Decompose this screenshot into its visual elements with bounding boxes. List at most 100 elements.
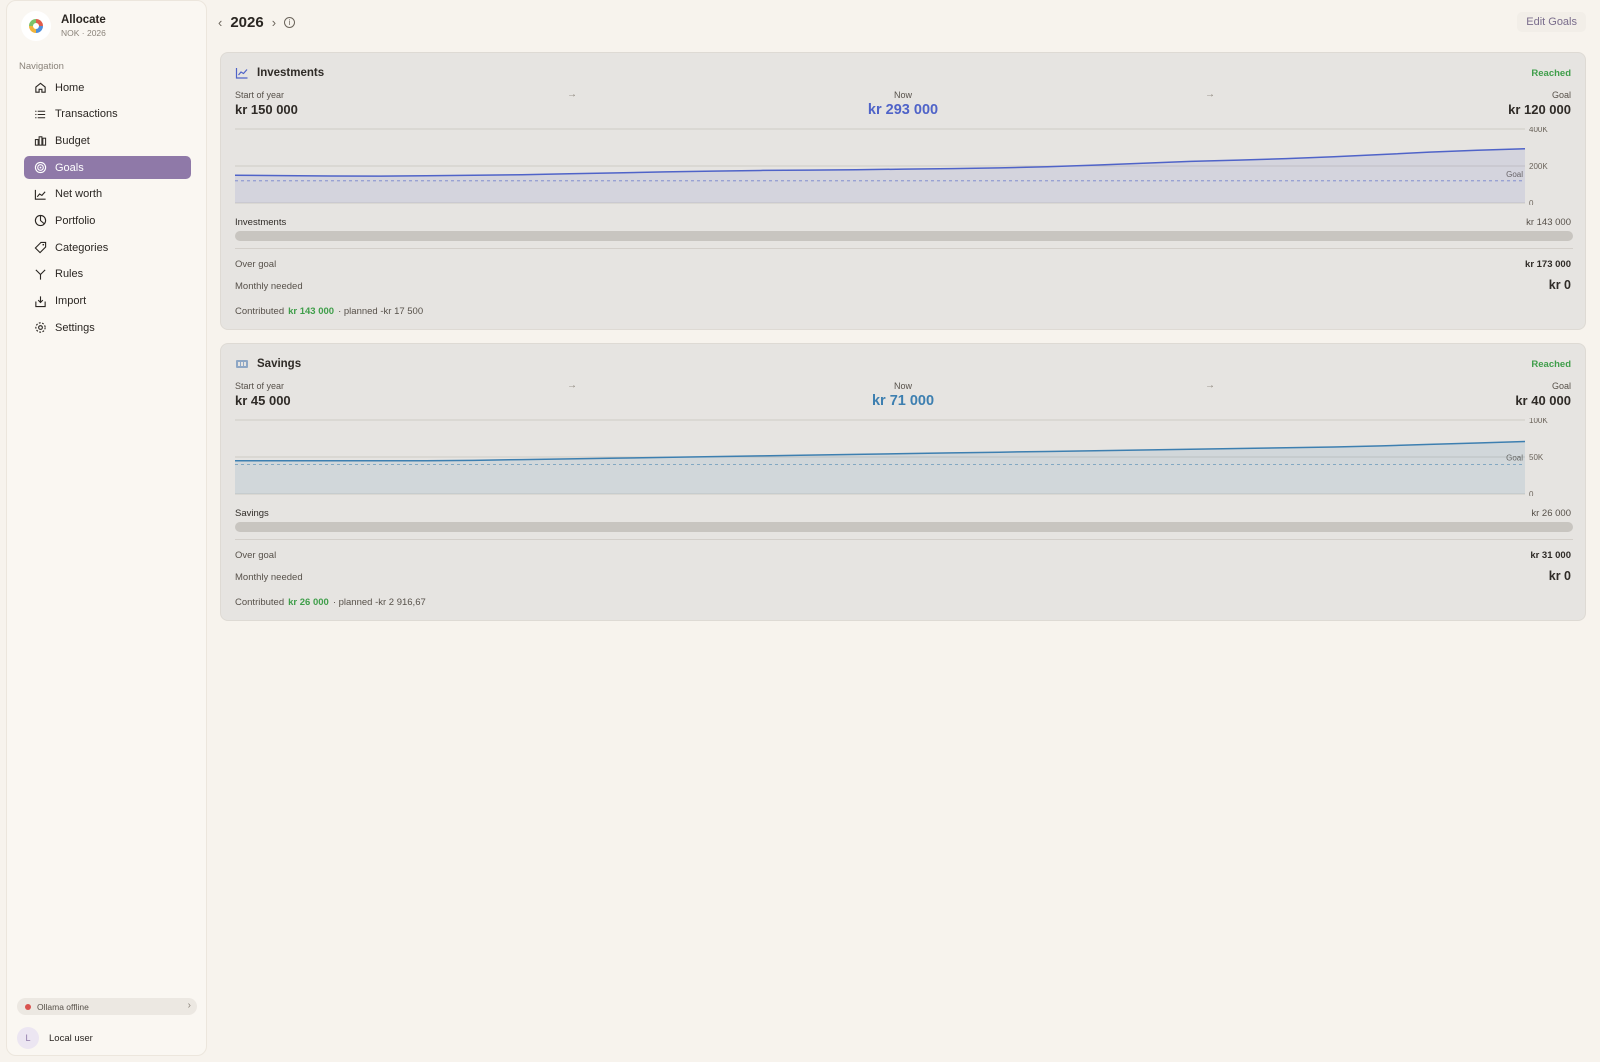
now-stat: Now kr 293 000	[221, 90, 1585, 118]
over-goal-value: kr 31 000	[1530, 550, 1571, 561]
contrib-label: Contributed	[235, 597, 285, 608]
sidebar-item-portfolio[interactable]: Portfolio	[24, 209, 191, 232]
pie-icon	[34, 215, 47, 227]
info-icon[interactable]: i	[284, 16, 296, 28]
sidebar-item-label: Rules	[55, 268, 84, 281]
year-navigator: ‹ 2026 › i	[218, 10, 296, 34]
progress-label: Savings	[235, 508, 269, 519]
sidebar-item-label: Settings	[55, 321, 95, 334]
bar-chart-icon	[34, 136, 47, 147]
sidebar-item-label: Home	[55, 81, 85, 94]
contrib-value: kr 26 000	[288, 597, 329, 608]
arrow-right-icon: →	[1205, 380, 1215, 391]
sidebar-item-home[interactable]: Home	[24, 76, 191, 99]
page-title: 2026	[230, 13, 264, 31]
stat-label: Goal	[1551, 381, 1571, 391]
goal-name: Investments	[257, 67, 325, 79]
split-icon	[35, 269, 46, 280]
list-icon	[35, 110, 46, 119]
contrib-value: kr 143 000	[288, 306, 335, 317]
trend-icon	[34, 189, 46, 200]
chevron-right-icon[interactable]: ›	[272, 15, 276, 30]
sidebar-item-label: Budget	[55, 134, 90, 147]
status-text: Ollama offline	[37, 1001, 89, 1012]
over-goal-value: kr 173 000	[1525, 259, 1571, 270]
app-subtitle: NOK · 2026	[61, 28, 106, 38]
goal-title: Investments	[235, 66, 324, 80]
chevron-right-icon: ›	[187, 1000, 191, 1011]
goal-stat: Goal kr 120 000	[1508, 90, 1571, 117]
sidebar-item-label: Goals	[55, 161, 84, 174]
progress-bar	[235, 231, 1573, 241]
sidebar-item-categories[interactable]: Categories	[24, 236, 191, 259]
goal-title: Savings	[235, 357, 301, 371]
ollama-status-button[interactable]: Ollama offline ›	[17, 998, 197, 1015]
planned-text: · planned -kr 2 916,67	[332, 597, 426, 608]
goal-stat: Goal kr 40 000	[1515, 381, 1571, 408]
tick-label: 50K	[1529, 453, 1544, 462]
tick-label: 400K	[1529, 127, 1548, 134]
edit-goals-button[interactable]: Edit Goals	[1517, 12, 1586, 32]
monthly-needed-value: kr 0	[1548, 278, 1571, 292]
stat-label: Now	[893, 90, 912, 100]
user-menu[interactable]: L Local user	[17, 1027, 93, 1049]
sidebar-item-label: Portfolio	[55, 214, 96, 227]
tick-label: 0	[1529, 490, 1534, 496]
nav-heading: Navigation	[19, 61, 64, 72]
monthly-needed-label: Monthly needed	[235, 572, 303, 583]
monthly-needed-value: kr 0	[1548, 569, 1571, 583]
goal-name: Savings	[257, 358, 302, 370]
sidebar-item-rules[interactable]: Rules	[24, 263, 191, 286]
app-frame: Allocate NOK · 2026 Navigation Home Tran…	[0, 0, 1600, 1062]
target-icon	[34, 161, 47, 174]
goal-chart: 400K200K0Goal	[235, 127, 1548, 205]
status-badge: Reached	[1531, 68, 1571, 79]
brand: Allocate NOK · 2026	[21, 11, 106, 41]
contrib-label: Contributed	[235, 306, 285, 317]
progress-value: kr 143 000	[1526, 217, 1571, 228]
progress-label: Investments	[235, 217, 287, 228]
stat-value: kr 71 000	[871, 393, 935, 409]
stat-label: Goal	[1551, 90, 1571, 100]
sidebar-item-goals[interactable]: Goals	[24, 156, 191, 180]
progress-value: kr 26 000	[1531, 508, 1571, 519]
sidebar-item-net-worth[interactable]: Net worth	[24, 183, 191, 206]
stat-label: Now	[893, 381, 912, 391]
progress-fill	[235, 522, 1573, 532]
tick-label: 200K	[1529, 162, 1548, 171]
contribution-summary: Contributed kr 26 000 · planned -kr 2 916,…	[235, 597, 426, 608]
app-logo	[21, 11, 51, 41]
planned-text: · planned -kr 17 500	[338, 306, 424, 317]
sidebar-item-budget[interactable]: Budget	[24, 129, 191, 152]
progress-bar	[235, 522, 1573, 532]
avatar: L	[17, 1027, 39, 1049]
monthly-needed-label: Monthly needed	[235, 281, 303, 292]
sidebar-item-import[interactable]: Import	[24, 290, 191, 313]
sidebar-item-label: Transactions	[55, 108, 118, 121]
goal-chart: 100K50K0Goal	[235, 418, 1548, 496]
sidebar-item-label: Net worth	[55, 188, 103, 201]
goal-card-investments: Investments Reached Start of year kr 150…	[220, 52, 1586, 330]
chevron-left-icon[interactable]: ‹	[218, 15, 222, 30]
nav-list: Home Transactions Budget Goals Net worth…	[24, 76, 191, 343]
status-dot-icon	[25, 1003, 31, 1010]
user-name: Local user	[49, 1032, 93, 1044]
gear-icon	[35, 322, 46, 333]
piggy-bank-icon	[236, 360, 248, 368]
goal-card-savings: Savings Reached Start of year kr 45 000 …	[220, 343, 1586, 621]
series-area	[235, 441, 1525, 494]
over-goal-label: Over goal	[235, 259, 277, 270]
home-icon	[35, 82, 46, 93]
progress-fill	[235, 231, 1573, 241]
stat-value: kr 293 000	[867, 102, 939, 118]
sidebar-item-label: Import	[55, 295, 87, 307]
contribution-summary: Contributed kr 143 000 · planned -kr 17 50…	[235, 306, 423, 317]
sidebar-item-transactions[interactable]: Transactions	[24, 103, 191, 126]
stat-value: kr 120 000	[1508, 102, 1571, 117]
import-icon	[35, 295, 46, 307]
app-name: Allocate	[61, 14, 106, 26]
sidebar-item-label: Categories	[55, 241, 109, 254]
tag-icon	[34, 241, 47, 254]
sidebar-item-settings[interactable]: Settings	[24, 316, 191, 339]
now-stat: Now kr 71 000	[221, 381, 1585, 409]
